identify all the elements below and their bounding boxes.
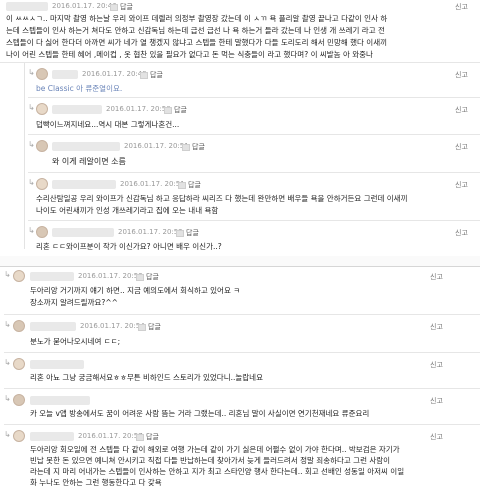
comment-text: 리혼 ㄷㄷ와이프분이 작가 이신가요? 아니면 배우 이신가..?: [36, 242, 222, 251]
reply-arrow-icon: ↳: [4, 270, 11, 279]
report-button[interactable]: 신고: [430, 432, 443, 442]
comment-text: be Classic 아 류준열이요.: [36, 84, 123, 93]
comment-text: 수리산탐일공 우리 와이프가 신감독님 하고 응답하라 씨리즈 다 했는데 완만…: [36, 194, 408, 203]
report-button[interactable]: 신고: [455, 180, 468, 190]
reply-arrow-icon: ↳: [28, 140, 35, 149]
avatar: [36, 103, 48, 115]
reply-icon: [110, 3, 118, 11]
reply-arrow-icon: ↳: [28, 178, 35, 187]
divider: [28, 220, 480, 221]
redacted-nickname: [52, 180, 116, 189]
divider: [28, 97, 480, 98]
reply-arrow-icon: ↳: [4, 430, 11, 439]
reply-button[interactable]: 답글: [178, 180, 201, 190]
comment-date: 2016.01.17. 20:57: [78, 432, 143, 440]
avatar: [36, 226, 48, 238]
report-button[interactable]: 신고: [455, 2, 468, 12]
reply-icon: [176, 229, 184, 237]
comment-text: 덥빡이느껴지네요...역시 대본 그렇게나혼건...: [36, 120, 180, 129]
redacted-nickname: [30, 272, 74, 281]
avatar: [36, 178, 48, 190]
reply-icon: [136, 273, 144, 281]
redacted-nickname: [52, 105, 102, 114]
report-button[interactable]: 신고: [430, 322, 443, 332]
redacted-nickname: [30, 322, 76, 331]
reply-arrow-icon: ↳: [28, 226, 35, 235]
comment-date: 2016.01.17. 20:50: [106, 105, 171, 113]
comment-text: 이 ㅆㅆㅅㄱ.. 마지막 촬영 하는날 우리 와이프 데렐러 의정부 촬영장 갔…: [6, 14, 388, 23]
comment-text: 카 오늘 v앱 방송에서도 꿈이 어려운 사람 뜸는 거라 그랬는데.. 리혼님…: [30, 409, 370, 418]
divider: [28, 134, 480, 135]
reply-button[interactable]: 답글: [140, 70, 163, 80]
reply-icon: [164, 106, 172, 114]
reply-button[interactable]: 답글: [164, 105, 187, 115]
reply-button[interactable]: 답글: [136, 432, 159, 442]
avatar: [13, 270, 25, 282]
reply-arrow-icon: ↳: [4, 358, 11, 367]
redacted-nickname: [30, 360, 84, 369]
divider: [28, 172, 480, 173]
section-gap: [0, 256, 480, 266]
divider: [0, 266, 480, 267]
report-button[interactable]: 신고: [455, 105, 468, 115]
report-button[interactable]: 신고: [430, 272, 443, 282]
report-button[interactable]: 신고: [430, 396, 443, 406]
reply-arrow-icon: ↳: [28, 68, 35, 77]
comment-date: 2016.01.17. 20:53: [78, 272, 143, 280]
divider: [4, 314, 480, 315]
redacted-nickname: [6, 2, 48, 11]
reply-icon: [140, 71, 148, 79]
comment-date: 2016.01.17. 20:49: [82, 70, 147, 78]
comment-date: 2016.01.17. 20:54: [80, 322, 145, 330]
comment-date: 2016.01.17. 20:51: [120, 180, 185, 188]
avatar: [13, 430, 25, 442]
divider: [0, 62, 480, 63]
comment-text: 화 누나도 안하는 그런 행동한다고 다 갖욕: [30, 478, 162, 487]
reply-button[interactable]: 답글: [110, 2, 133, 12]
reply-button[interactable]: 답글: [182, 142, 205, 152]
report-button[interactable]: 신고: [455, 228, 468, 238]
comment-date: 2016.01.17. 20:46: [52, 2, 117, 10]
comment-date: 2016.01.17. 20:52: [118, 228, 183, 236]
comment-text: 나이도 어린새끼가 인성 개쓰레기라고 집에 오는 내내 욕함: [36, 206, 219, 215]
report-button[interactable]: 신고: [430, 360, 443, 370]
redacted-nickname: [30, 396, 90, 405]
divider: [4, 424, 480, 425]
reply-icon: [138, 323, 146, 331]
comment-text: 분노가 묻어나오시네여 ㄷㄷ;: [30, 337, 121, 346]
reply-thread-line: [24, 63, 25, 249]
reply-arrow-icon: ↳: [28, 103, 35, 112]
comment-list: 2016.01.17. 20:46 답글 신고 이 ㅆㅆㅅㄱ.. 마지막 촬영 …: [0, 0, 480, 492]
report-button[interactable]: 신고: [455, 70, 468, 80]
comment-text: 나이 어린 스텝들 한테 혜어 ,메이컵 , 옷 협찬 있을 필요가 없다고 돈…: [6, 50, 373, 59]
avatar: [36, 68, 48, 80]
reply-icon: [136, 433, 144, 441]
reply-arrow-icon: ↳: [4, 394, 11, 403]
comment-text: 스텝들이 다 싫어 한다더 아까면 씨가 네가 열 챙겠지 않냐고 스텝들 한테…: [6, 38, 388, 47]
redacted-nickname: [30, 432, 74, 441]
comment-text: 는데 스텝들이 인사 하는거 쳐다도 안하고 신감독님 하는데 급선 급선 나 …: [6, 26, 385, 35]
divider: [4, 388, 480, 389]
reply-arrow-icon: ↳: [4, 320, 11, 329]
comment-text: 두아리앙 거기까지 얘기 하면.. 지금 예의도에서 회식하고 있어요 ㅋ: [30, 286, 241, 295]
report-button[interactable]: 신고: [455, 142, 468, 152]
redacted-nickname: [52, 70, 78, 79]
comment-text: 장소까지 알려드릴까요?^^: [30, 298, 118, 307]
comment-date: 2016.01.17. 20:51: [124, 142, 189, 150]
reply-button[interactable]: 답글: [136, 272, 159, 282]
divider: [4, 352, 480, 353]
reply-button[interactable]: 답글: [176, 228, 199, 238]
avatar: [13, 358, 25, 370]
reply-icon: [178, 181, 186, 189]
reply-button[interactable]: 답글: [138, 322, 161, 332]
redacted-nickname: [52, 228, 114, 237]
avatar: [36, 140, 48, 152]
redacted-nickname: [52, 142, 120, 151]
avatar: [13, 320, 25, 332]
avatar: [13, 394, 25, 406]
comment-text: 리혼 아뇨 그냥 궁금해서요ㅎㅎ무튼 비하인드 스토리가 있었다니..놀랍네요: [30, 373, 263, 382]
comment-text: 와 이게 레알이면 소름: [52, 157, 126, 166]
reply-icon: [182, 143, 190, 151]
